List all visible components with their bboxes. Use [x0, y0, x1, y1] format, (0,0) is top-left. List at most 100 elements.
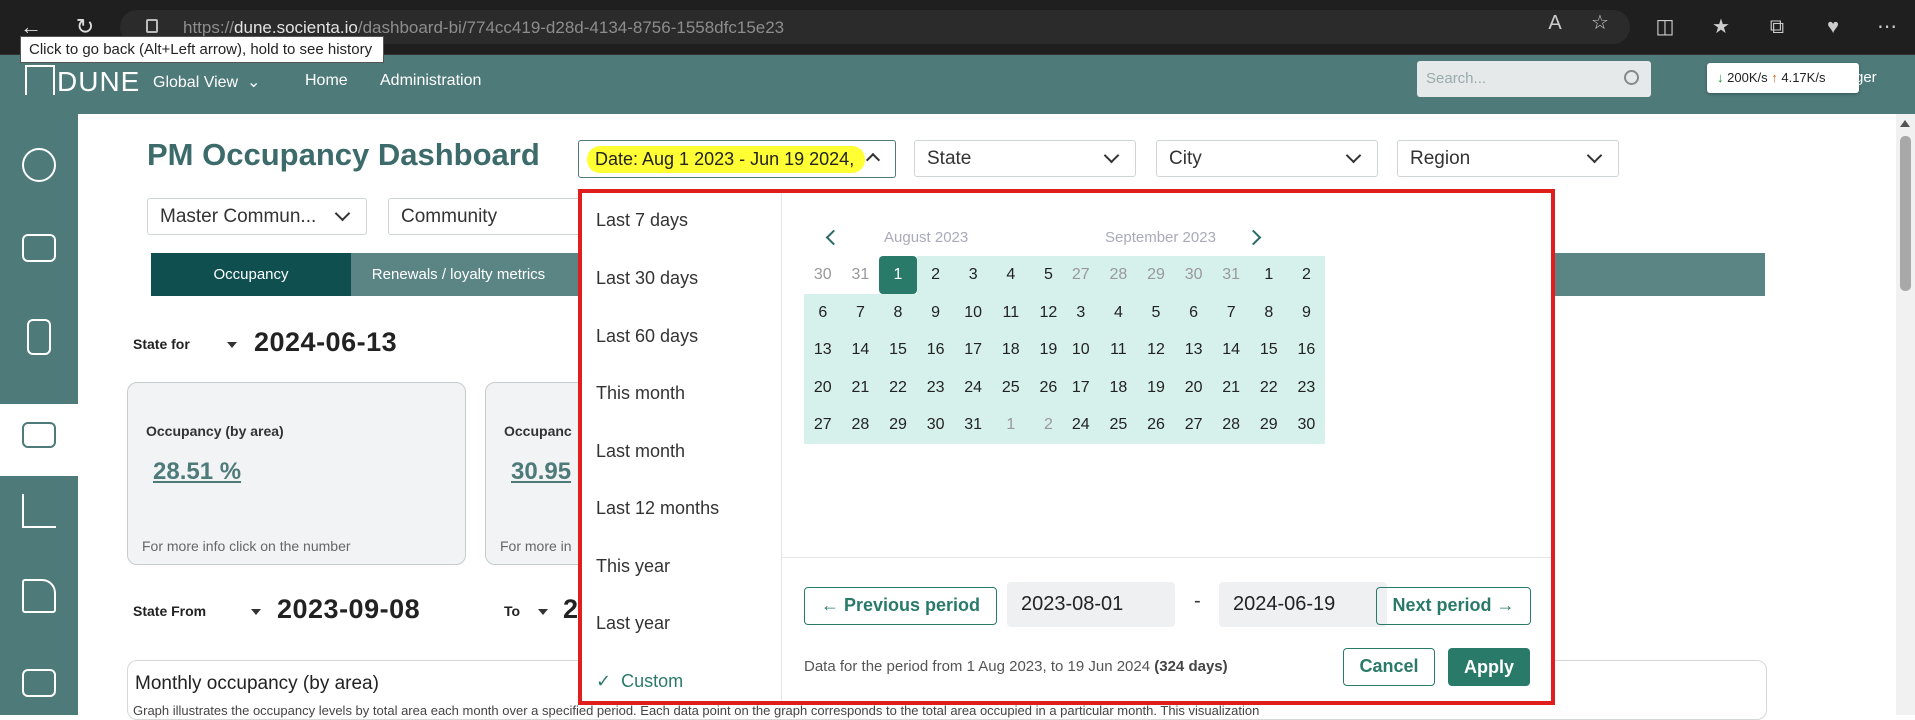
calendar-day[interactable]: 1 — [992, 406, 1030, 444]
logo[interactable]: DUNE — [25, 65, 140, 98]
calendar-day[interactable]: 13 — [804, 331, 842, 369]
scrollbar-thumb[interactable] — [1900, 136, 1911, 291]
calendar-day[interactable]: 7 — [1212, 293, 1250, 332]
calendar-day[interactable]: 24 — [1062, 406, 1100, 444]
nav-home[interactable]: Home — [305, 72, 348, 90]
preset-last-60-days[interactable]: Last 60 days — [596, 326, 698, 347]
calendar-day[interactable]: 2 — [916, 256, 955, 294]
preset-this-year[interactable]: This year — [596, 556, 670, 577]
calendar-day[interactable]: 19 — [1137, 368, 1175, 407]
calendar-day[interactable]: 5 — [1137, 293, 1175, 332]
region-select[interactable]: Region — [1397, 140, 1619, 177]
browser-essentials-icon[interactable]: ♥ — [1818, 14, 1848, 40]
date-range-select[interactable]: Date: Aug 1 2023 - Jun 19 2024, — [578, 140, 896, 178]
calendar-day[interactable]: 25 — [992, 368, 1030, 407]
calendar-day[interactable]: 31 — [954, 406, 992, 444]
state-for-date[interactable]: 2024-06-13 — [254, 327, 397, 358]
calendar-day[interactable]: 31 — [842, 256, 880, 294]
preset-last-year[interactable]: Last year — [596, 613, 670, 634]
calendar-day[interactable]: 15 — [1250, 331, 1288, 369]
calendar-day[interactable]: 27 — [804, 406, 842, 444]
calendar-day[interactable]: 11 — [992, 293, 1030, 332]
calendar-day[interactable]: 23 — [1287, 368, 1326, 407]
calendar-day[interactable]: 31 — [1212, 256, 1250, 294]
calendar-day[interactable]: 17 — [954, 331, 992, 369]
calendar-day[interactable]: 26 — [1137, 406, 1175, 444]
card-value-link[interactable]: 28.51 % — [153, 458, 241, 486]
building-icon[interactable] — [27, 319, 51, 355]
state-for-dropdown-icon[interactable] — [227, 342, 237, 348]
calendar-day[interactable]: 16 — [1287, 331, 1326, 369]
preset-last-month[interactable]: Last month — [596, 441, 685, 462]
next-period-button[interactable]: Next period → — [1376, 587, 1531, 625]
calendar-day[interactable]: 27 — [1174, 406, 1213, 444]
state-select[interactable]: State — [914, 140, 1136, 177]
tab-renewals[interactable]: Renewals / loyalty metrics — [351, 253, 566, 296]
calendar-day[interactable]: 14 — [1212, 331, 1250, 369]
favorites-icon[interactable]: ★ — [1706, 14, 1736, 40]
calendar-day[interactable]: 3 — [954, 256, 992, 294]
search-input[interactable]: Search... — [1417, 61, 1651, 97]
page-scrollbar[interactable] — [1896, 114, 1915, 715]
calendar-day[interactable]: 6 — [1174, 293, 1213, 332]
apply-button[interactable]: Apply — [1448, 648, 1530, 686]
wallet-icon[interactable] — [22, 422, 56, 448]
calendar-day[interactable]: 9 — [1287, 293, 1326, 332]
calendar-day[interactable]: 29 — [1137, 256, 1175, 294]
calendar-day[interactable]: 8 — [1250, 293, 1288, 332]
community-select[interactable]: Community — [388, 198, 588, 235]
calendar-day[interactable]: 29 — [879, 406, 917, 444]
calendar-day[interactable]: 28 — [841, 406, 880, 444]
chart-icon[interactable] — [22, 494, 56, 528]
calendar-day[interactable]: 1 — [879, 256, 917, 294]
calendar-day[interactable]: 6 — [804, 293, 842, 332]
calendar-day[interactable]: 3 — [1062, 293, 1100, 332]
previous-period-button[interactable]: ← Previous period — [804, 587, 997, 625]
calendar-day[interactable]: 1 — [1250, 256, 1288, 294]
preset-last-7-days[interactable]: Last 7 days — [596, 210, 688, 231]
read-aloud-icon[interactable]: A — [1540, 10, 1570, 36]
calendar-day[interactable]: 24 — [954, 368, 992, 407]
calendar-day[interactable]: 4 — [992, 256, 1030, 294]
end-date-input[interactable]: 2024-06-19 — [1219, 582, 1387, 627]
calendar-day[interactable]: 17 — [1062, 368, 1100, 407]
collections-icon[interactable]: ⧉ — [1762, 14, 1792, 40]
calendar-day[interactable]: 20 — [804, 368, 842, 407]
preset-custom[interactable]: ✓ Custom — [596, 671, 683, 692]
favorite-star-icon[interactable]: ☆ — [1585, 10, 1615, 36]
calendar-day[interactable]: 22 — [1250, 368, 1288, 407]
to-dropdown-icon[interactable] — [538, 609, 548, 615]
card-value-link[interactable]: 30.95 — [511, 458, 571, 486]
prev-month-chevron-icon[interactable] — [825, 229, 842, 246]
calendar-day[interactable]: 28 — [1099, 256, 1138, 294]
calendar-day[interactable]: 7 — [841, 293, 880, 332]
calendar-day[interactable]: 28 — [1212, 406, 1250, 444]
calendar-day[interactable]: 14 — [841, 331, 880, 369]
tab-occupancy[interactable]: Occupancy — [151, 253, 351, 296]
calendar-day[interactable]: 10 — [954, 293, 992, 332]
calendar-day[interactable]: 21 — [841, 368, 880, 407]
calendar-day[interactable]: 11 — [1099, 331, 1138, 369]
preset-last-12-months[interactable]: Last 12 months — [596, 498, 719, 519]
split-screen-icon[interactable]: ◫ — [1650, 14, 1680, 40]
calendar-day[interactable]: 8 — [879, 293, 917, 332]
calendar-day[interactable]: 22 — [879, 368, 917, 407]
cancel-button[interactable]: Cancel — [1343, 648, 1435, 686]
preset-last-30-days[interactable]: Last 30 days — [596, 268, 698, 289]
calendar-day[interactable]: 20 — [1174, 368, 1213, 407]
more-menu-icon[interactable]: ⋯ — [1872, 14, 1902, 40]
calendar-day[interactable]: 27 — [1062, 256, 1100, 294]
city-select[interactable]: City — [1156, 140, 1378, 177]
calendar-day[interactable]: 30 — [804, 256, 842, 294]
calendar-day[interactable]: 29 — [1250, 406, 1288, 444]
start-date-input[interactable]: 2023-08-01 — [1007, 582, 1175, 627]
calendar-day[interactable]: 23 — [916, 368, 955, 407]
cards-icon[interactable] — [22, 669, 56, 697]
calendar-day[interactable]: 25 — [1099, 406, 1138, 444]
calendar-day[interactable]: 15 — [879, 331, 917, 369]
preset-this-month[interactable]: This month — [596, 383, 685, 404]
to-date[interactable]: 2 — [563, 594, 579, 625]
calendar-day[interactable]: 9 — [916, 293, 955, 332]
next-month-chevron-icon[interactable] — [1245, 229, 1262, 246]
calendar-day[interactable]: 30 — [916, 406, 955, 444]
